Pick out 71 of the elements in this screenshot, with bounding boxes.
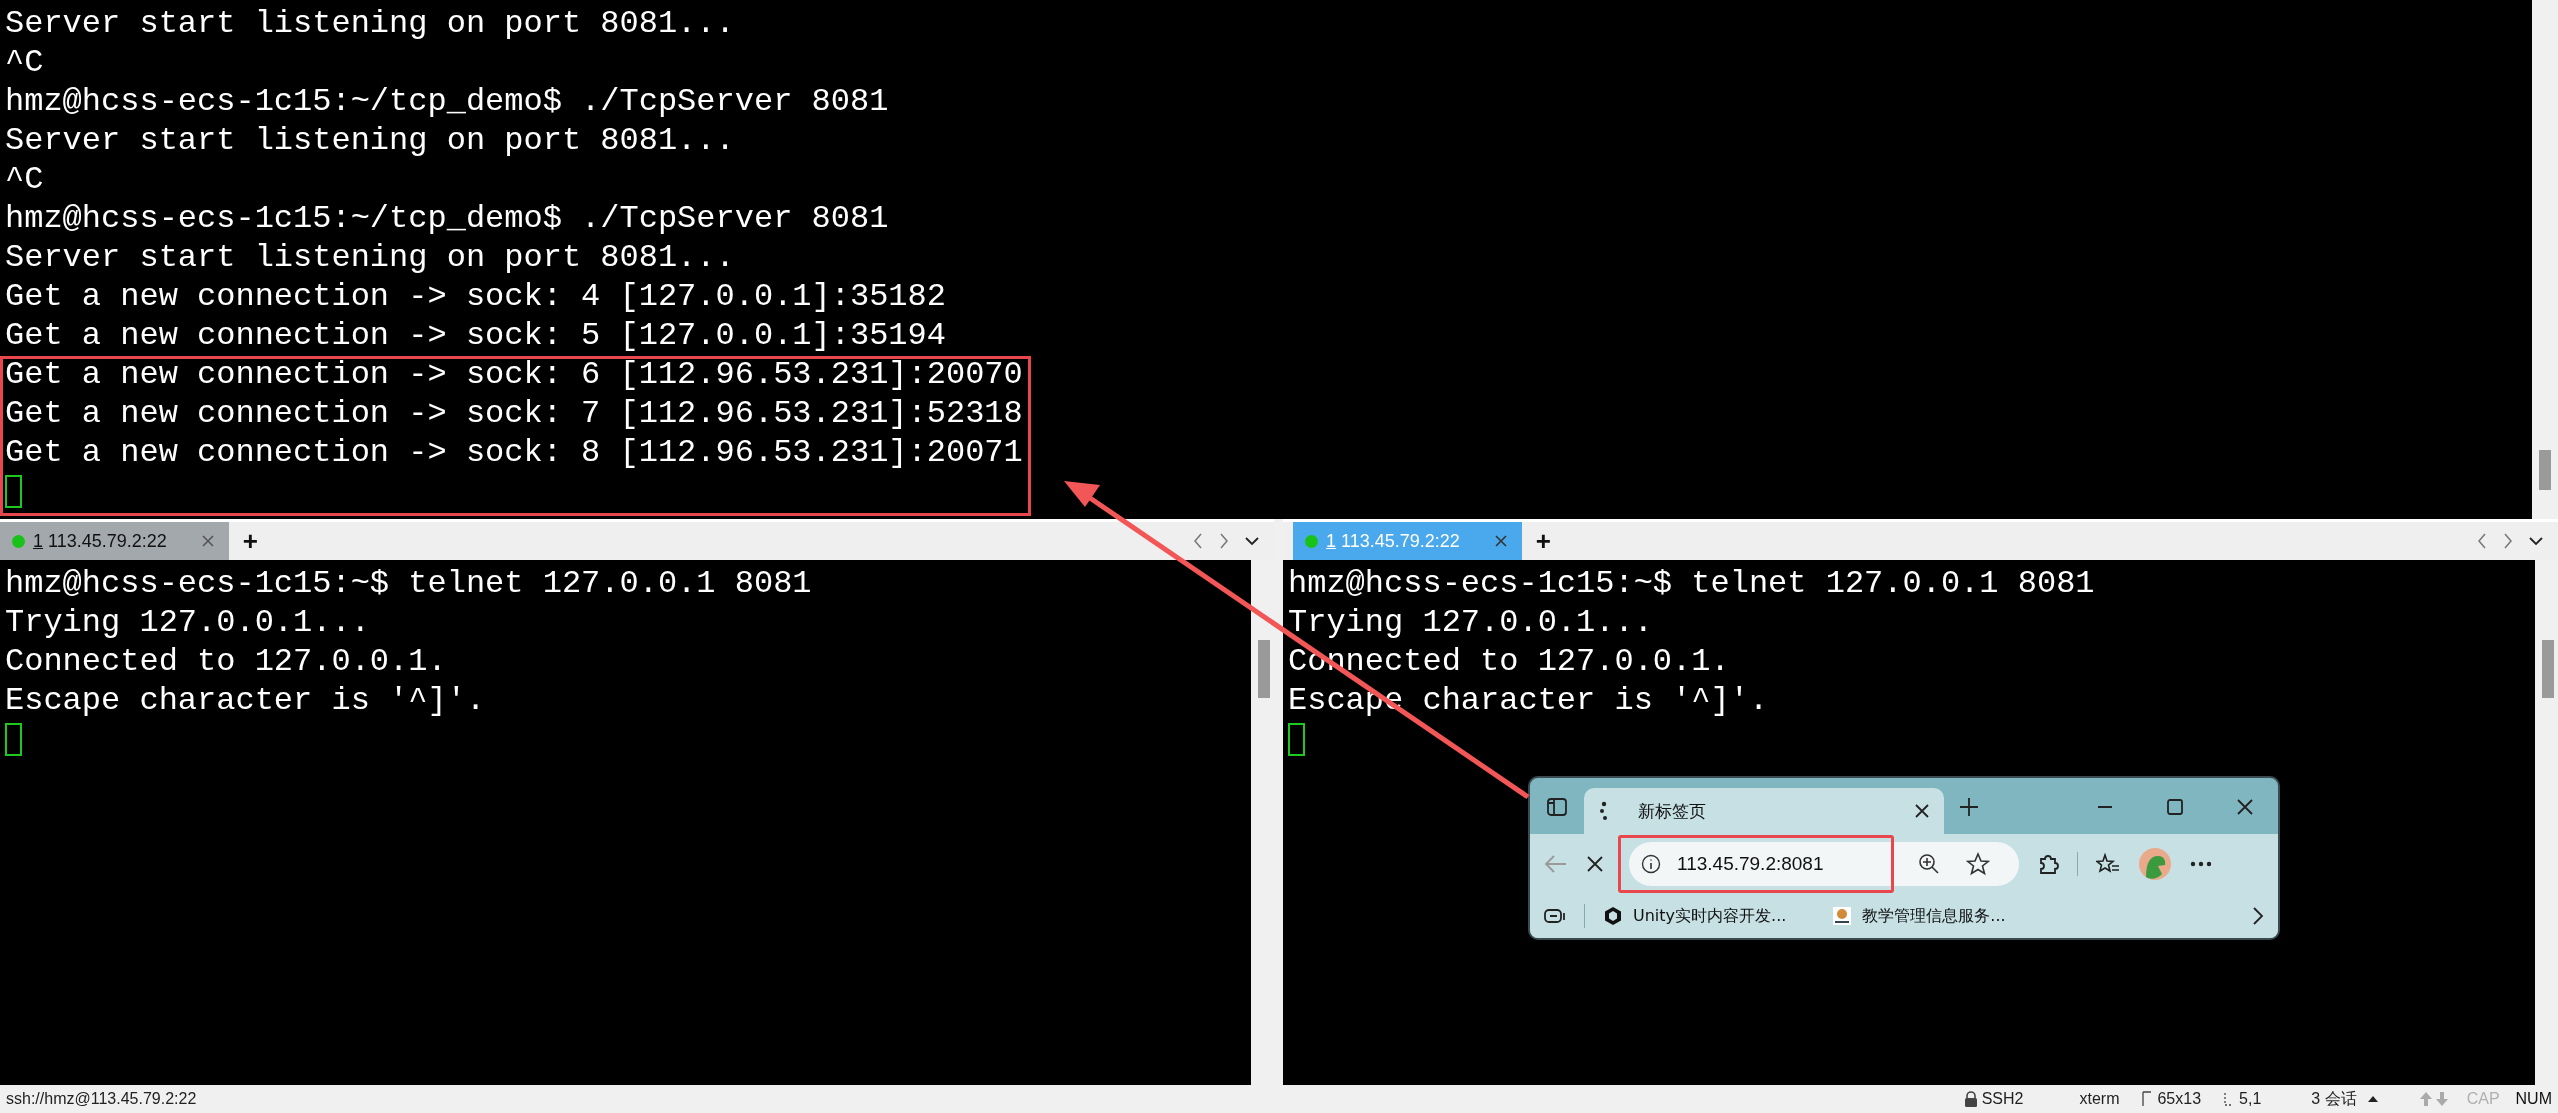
- new-tab-icon[interactable]: [1958, 796, 1980, 818]
- stop-icon[interactable]: [1586, 855, 1604, 873]
- terminal-line: ^C: [5, 160, 45, 199]
- text-cursor: [5, 475, 22, 508]
- protocol-text: SSH2: [1981, 1090, 2024, 1108]
- key-indicator: CAP: [2466, 1090, 2500, 1108]
- terminal-line: Get a new connection -> sock: 8 [112.96.53.231]:20071: [5, 433, 1024, 472]
- maximize-icon[interactable]: [2166, 798, 2184, 816]
- new-tab-button[interactable]: +: [242, 525, 258, 557]
- terminal-line: Escape character is '^]'.: [5, 681, 487, 720]
- puzzle-icon[interactable]: [2037, 853, 2059, 875]
- bookmark[interactable]: 教学管理信息服务...: [1832, 905, 2006, 927]
- terminal-line: hmz@hcss-ecs-1c15:~$ telnet 127.0.0.1 8081: [1288, 564, 2096, 603]
- tab-title: 新标签页: [1638, 799, 1706, 823]
- terminal-line: Server start listening on port 8081...: [5, 4, 736, 43]
- close-icon[interactable]: [1493, 534, 1508, 548]
- chevron-left-icon[interactable]: [1192, 532, 1204, 550]
- terminal-line: hmz@hcss-ecs-1c15:~/tcp_demo$ ./TcpServer 8081: [5, 199, 890, 238]
- key-indicator: NUM: [2515, 1090, 2552, 1108]
- scrollbar[interactable]: [2532, 0, 2558, 519]
- terminal-line: Get a new connection -> sock: 4 [127.0.0.1]:35182: [5, 277, 947, 316]
- terminal-line: Server start listening on port 8081...: [5, 238, 736, 277]
- text-cursor: [1288, 723, 1305, 756]
- chevron-right-icon[interactable]: [2252, 906, 2264, 926]
- terminal-line: Trying 127.0.0.1...: [5, 603, 371, 642]
- avatar-icon[interactable]: [2138, 847, 2172, 881]
- caret-up-icon[interactable]: [2366, 1095, 2379, 1103]
- tab-label: 1 113.45.79.2:22: [1326, 530, 1460, 552]
- terminal-line: Get a new connection -> sock: 5 [127.0.0.1]:35194: [5, 316, 947, 355]
- scrollbar-thumb[interactable]: [1258, 640, 1270, 698]
- terminal-line: Get a new connection -> sock: 7 [112.96.53.231]:52318: [5, 394, 1024, 433]
- address-text: 113.45.79.2:8081: [1677, 853, 1824, 875]
- text-cursor: [5, 723, 22, 756]
- terminal-line: Connected to 127.0.0.1.: [5, 642, 448, 681]
- more-icon[interactable]: [2190, 861, 2212, 867]
- session-tab[interactable]: 1 113.45.79.2:22: [0, 522, 229, 560]
- terminal-line: Get a new connection -> sock: 6 [112.96.53.231]:20070: [5, 355, 1024, 394]
- bookmark[interactable]: Unity实时内容开发...: [1603, 905, 1787, 927]
- resize-icon: [2141, 1091, 2154, 1107]
- address-field[interactable]: 113.45.79.2:8081: [1629, 842, 1891, 886]
- terminal-type: xterm: [2079, 1090, 2120, 1108]
- info-icon: [1641, 854, 1661, 874]
- sessions-text: 3 会话: [2311, 1088, 2357, 1109]
- terminal-line: ^C: [5, 43, 45, 82]
- dropdown-icon[interactable]: [2528, 535, 2544, 547]
- size-text: 65x13: [2157, 1090, 2202, 1108]
- new-tab-button[interactable]: +: [1535, 525, 1551, 557]
- close-icon[interactable]: [1914, 803, 1930, 819]
- scrollbar-thumb[interactable]: [2542, 640, 2554, 698]
- scrollbar-thumb[interactable]: [2539, 450, 2551, 490]
- tab-list-icon[interactable]: [1544, 908, 1566, 924]
- status-dot: [1305, 534, 1318, 548]
- sidebar-icon[interactable]: [1546, 796, 1568, 818]
- cube-icon: [1603, 906, 1623, 926]
- star-icon[interactable]: [1966, 852, 1990, 876]
- status-dot: [12, 534, 25, 548]
- terminal-line: hmz@hcss-ecs-1c15:~$ telnet 127.0.0.1 8081: [5, 564, 813, 603]
- lock-icon: [1963, 1091, 1978, 1107]
- terminal-line: Trying 127.0.0.1...: [1288, 603, 1654, 642]
- position-text: 5,1: [2239, 1090, 2262, 1108]
- zoom-icon[interactable]: [1918, 853, 1940, 875]
- terminal-line: hmz@hcss-ecs-1c15:~/tcp_demo$ ./TcpServer 8081: [5, 82, 890, 121]
- chevron-left-icon[interactable]: [2476, 532, 2488, 550]
- close-icon[interactable]: [2236, 798, 2254, 816]
- tab-label: 1 113.45.79.2:22: [33, 530, 167, 552]
- browser-tab[interactable]: 新标签页: [1584, 788, 1944, 834]
- terminal-line: Server start listening on port 8081...: [5, 121, 736, 160]
- dropdown-icon[interactable]: [1244, 535, 1260, 547]
- favorites-icon[interactable]: [2096, 853, 2120, 875]
- connection-text: ssh://hmz@113.45.79.2:22: [6, 1090, 197, 1108]
- emblem-icon: [1832, 906, 1853, 926]
